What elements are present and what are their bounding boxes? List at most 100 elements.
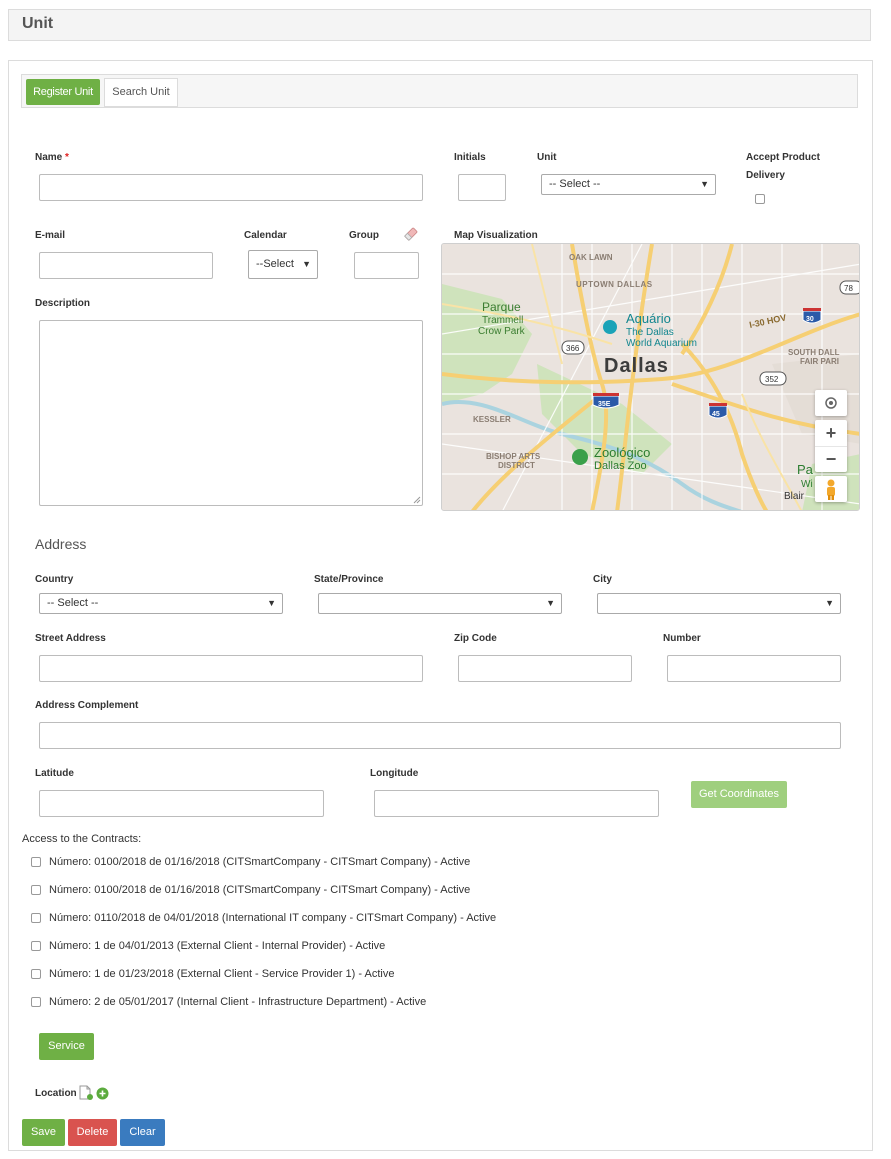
longitude-input[interactable]	[374, 790, 659, 817]
map-label-world-aquarium: World Aquarium	[626, 338, 697, 349]
contract-label: Número: 0100/2018 de 01/16/2018 (CITSmar…	[49, 884, 471, 896]
map-label-south-dallas: SOUTH DALL	[788, 348, 840, 357]
contract-checkbox[interactable]	[31, 941, 41, 951]
map-label-district: DISTRICT	[498, 461, 535, 470]
city-label: City	[593, 574, 612, 585]
map-label-crow-park: Crow Park	[478, 326, 526, 337]
tab-register-unit[interactable]: Register Unit	[26, 79, 100, 105]
zoom-out-button[interactable]: −	[815, 447, 847, 472]
description-textarea[interactable]	[39, 320, 423, 506]
map-label-the-dallas: The Dallas	[626, 327, 674, 338]
aquarium-marker-icon[interactable]	[603, 320, 617, 334]
map-label-aquario: Aquário	[626, 311, 671, 326]
contract-checkbox[interactable]	[31, 857, 41, 867]
zip-code-label: Zip Code	[454, 633, 497, 644]
address-complement-label: Address Complement	[35, 700, 139, 711]
state-province-label: State/Province	[314, 574, 384, 585]
unit-select[interactable]: -- Select -- ▼	[541, 174, 716, 195]
name-label: Name *	[35, 152, 69, 163]
map-label-bishop-arts: BISHOP ARTS	[486, 452, 541, 461]
map-view[interactable]: OAK LAWN UPTOWN DALLAS Parque Trammell C…	[441, 243, 860, 511]
group-input[interactable]	[354, 252, 419, 279]
chevron-down-icon: ▼	[825, 598, 834, 608]
street-view-pegman-button[interactable]	[815, 476, 847, 502]
calendar-select[interactable]: --Select ▼	[248, 250, 318, 279]
street-address-input[interactable]	[39, 655, 423, 682]
chevron-down-icon: ▼	[302, 259, 311, 269]
number-input[interactable]	[667, 655, 841, 682]
shield-30: 30	[806, 316, 814, 323]
contract-checkbox[interactable]	[31, 885, 41, 895]
location-label: Location	[35, 1088, 77, 1099]
shield-45: 45	[712, 411, 720, 418]
contract-checkbox[interactable]	[31, 913, 41, 923]
contract-checkbox[interactable]	[31, 969, 41, 979]
address-complement-input[interactable]	[39, 722, 841, 749]
zoo-marker-icon[interactable]	[572, 449, 588, 465]
unit-label: Unit	[537, 152, 557, 163]
map-label-fair-park: FAIR PARI	[800, 357, 839, 366]
pegman-icon	[827, 479, 835, 500]
map-label-kessler: KESSLER	[473, 415, 511, 424]
page-title: Unit	[22, 15, 54, 32]
map-canvas[interactable]: OAK LAWN UPTOWN DALLAS Parque Trammell C…	[442, 244, 860, 511]
new-document-icon[interactable]	[79, 1085, 94, 1101]
zoom-controls: + −	[815, 420, 847, 472]
map-label-wi: Wi	[801, 479, 813, 490]
contract-label: Número: 0110/2018 de 04/01/2018 (Interna…	[49, 912, 497, 924]
add-location-icon[interactable]	[96, 1087, 109, 1100]
eraser-icon[interactable]	[403, 226, 419, 242]
contract-checkbox[interactable]	[31, 997, 41, 1007]
shield-366: 366	[566, 344, 580, 353]
map-label-trammell: Trammell	[482, 315, 523, 326]
group-label: Group	[349, 230, 379, 241]
clear-button[interactable]: Clear	[120, 1119, 165, 1146]
name-input[interactable]	[39, 174, 423, 201]
contracts-title: Access to the Contracts:	[22, 833, 142, 845]
shield-35e: 35E	[598, 401, 611, 408]
chevron-down-icon: ▼	[700, 179, 709, 189]
chevron-down-icon: ▼	[267, 598, 276, 608]
resize-handle-icon	[413, 496, 421, 504]
page-header	[8, 9, 871, 41]
map-label-dallas-zoo: Dallas Zoo	[594, 460, 647, 472]
zoom-in-button[interactable]: +	[815, 420, 847, 447]
tab-search-unit[interactable]: Search Unit	[104, 78, 178, 107]
contract-label: Número: 1 de 01/23/2018 (External Client…	[49, 968, 395, 980]
shield-352: 352	[765, 375, 779, 384]
map-label-oak-lawn: OAK LAWN	[569, 253, 613, 262]
map-label-dallas: Dallas	[604, 355, 669, 377]
accept-delivery-label: Delivery	[746, 170, 785, 181]
country-label: Country	[35, 574, 74, 585]
chevron-down-icon: ▼	[546, 598, 555, 608]
service-button[interactable]: Service	[39, 1033, 94, 1060]
latitude-input[interactable]	[39, 790, 324, 817]
longitude-label: Longitude	[370, 768, 419, 779]
delete-button[interactable]: Delete	[68, 1119, 117, 1146]
get-coordinates-button[interactable]: Get Coordinates	[691, 781, 787, 808]
calendar-label: Calendar	[244, 230, 287, 241]
map-label-uptown: UPTOWN DALLAS	[576, 280, 653, 289]
email-label: E-mail	[35, 230, 66, 241]
country-select[interactable]: -- Select -- ▼	[39, 593, 283, 614]
initials-input[interactable]	[458, 174, 506, 201]
latitude-label: Latitude	[35, 768, 74, 779]
shield-78: 78	[844, 284, 853, 293]
contract-label: Número: 0100/2018 de 01/16/2018 (CITSmar…	[49, 856, 471, 868]
accept-delivery-checkbox[interactable]	[755, 194, 765, 204]
location-target-icon	[825, 397, 837, 409]
description-label: Description	[35, 298, 91, 309]
city-select[interactable]: ▼	[597, 593, 841, 614]
map-label-zoologico: Zoológico	[594, 445, 650, 460]
my-location-button[interactable]	[815, 390, 847, 416]
state-province-select[interactable]: ▼	[318, 593, 562, 614]
contract-label: Número: 1 de 04/01/2013 (External Client…	[49, 940, 386, 952]
save-button[interactable]: Save	[22, 1119, 65, 1146]
email-input[interactable]	[39, 252, 213, 279]
required-marker: *	[65, 152, 69, 163]
map-label-parque: Parque	[482, 300, 521, 314]
address-section-title: Address	[35, 536, 87, 552]
contract-label: Número: 2 de 05/01/2017 (Internal Client…	[49, 996, 427, 1008]
zip-code-input[interactable]	[458, 655, 632, 682]
initials-label: Initials	[454, 152, 486, 163]
